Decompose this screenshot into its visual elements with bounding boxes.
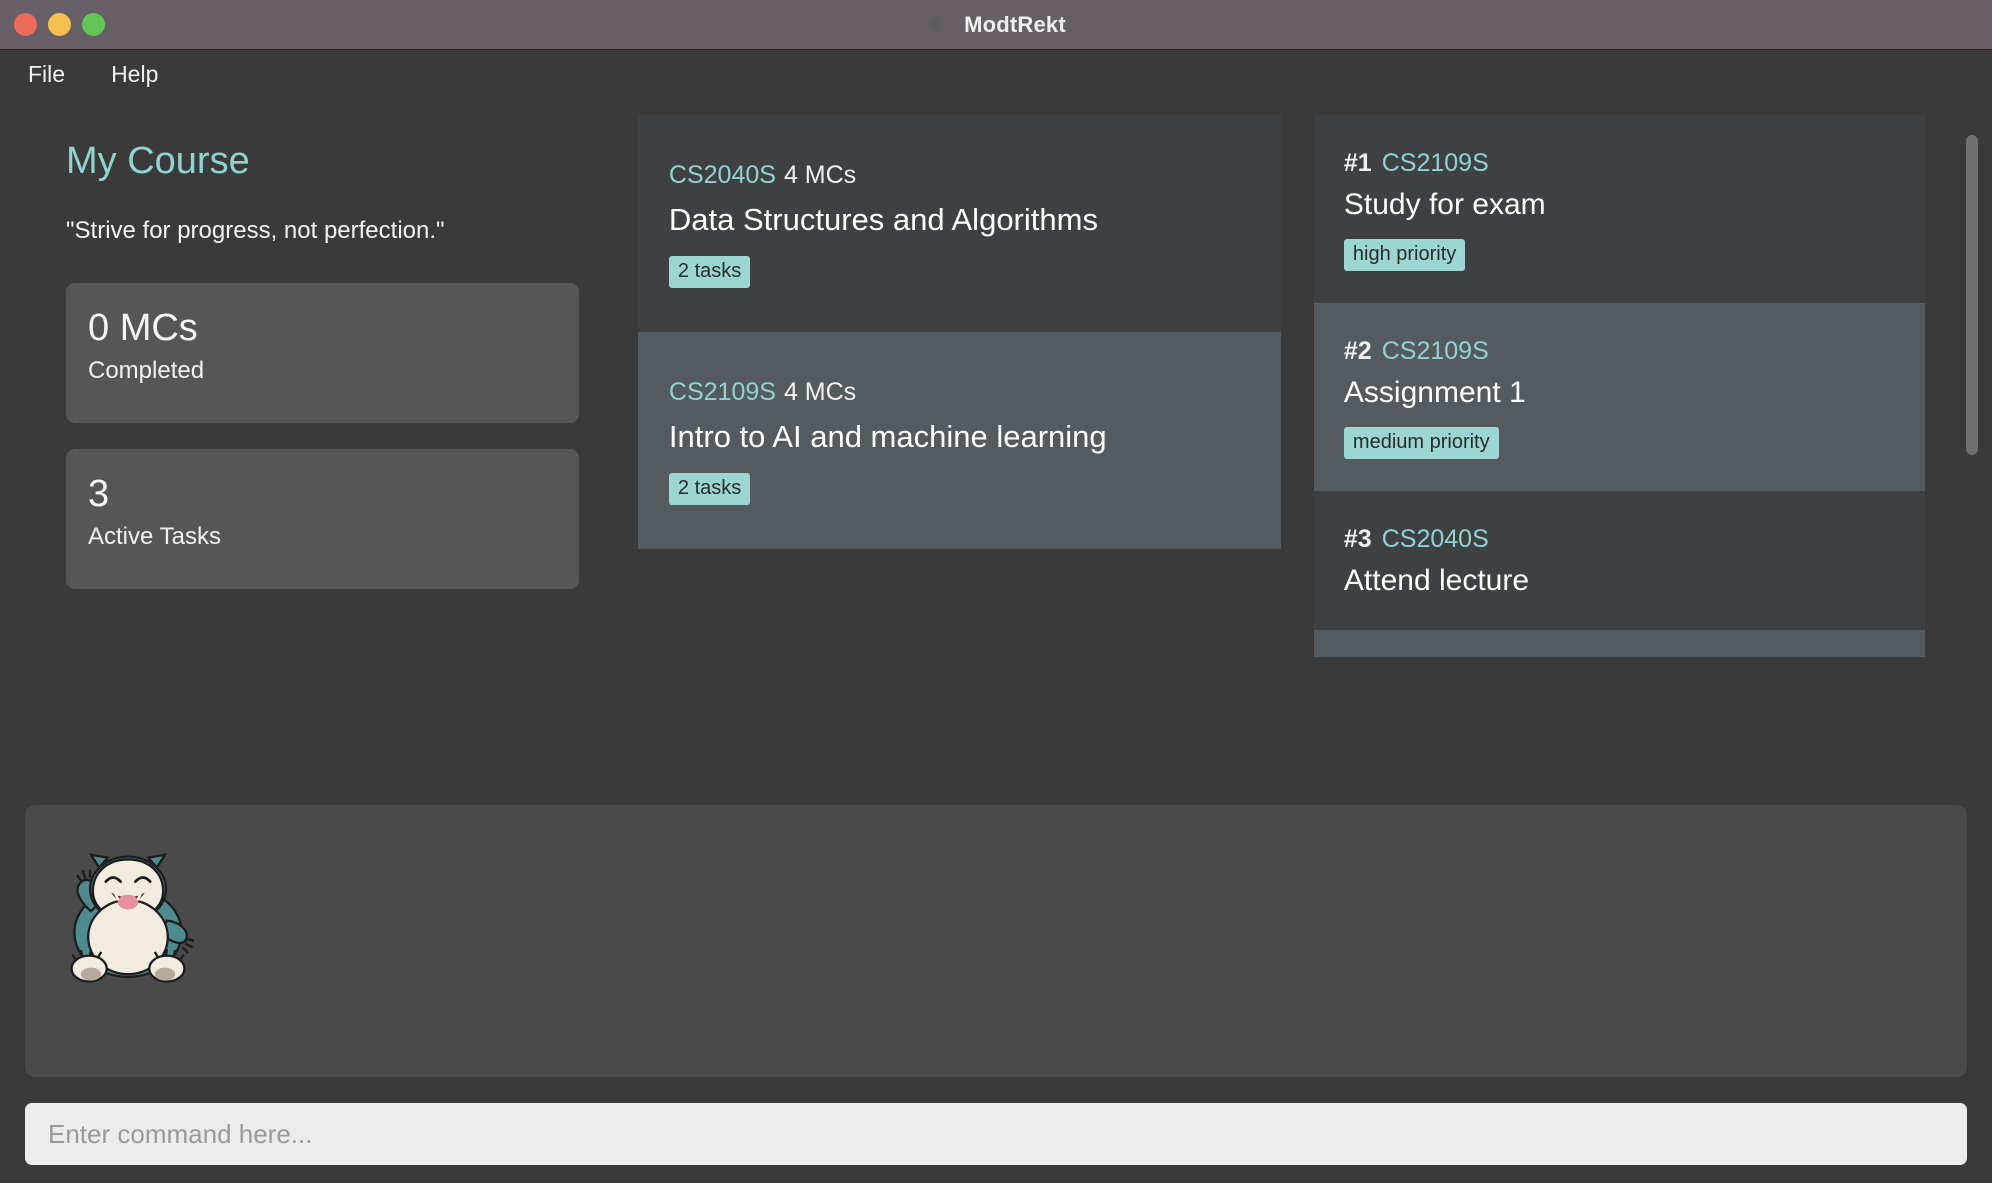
window-title-group: ModtRekt [0,0,1992,49]
task-name: Assignment 1 [1343,376,1526,409]
task-name: Attend lecture [1343,564,1530,597]
course-meta: CS2040S 4 MCs [669,161,1281,190]
task-list-scrollbar[interactable] [1966,135,1978,735]
course-summary-panel: My Course "Strive for progress, not perf… [0,115,638,615]
mascot-panel [25,805,1967,1077]
stat-value: 0 MCs [88,307,198,349]
task-priority-badge: high priority [1343,239,1466,271]
task-number: #3 [1343,525,1372,553]
task-course-code: CS2109S [1381,149,1489,177]
course-tasks-badge: 2 tasks [668,473,751,505]
window-titlebar: ModtRekt [0,0,1992,49]
menu-file[interactable]: File [28,61,65,88]
course-mcs: 4 MCs [783,378,857,406]
task-panel: #1 CS2109S Study for exam high priority #… [1313,115,1992,657]
task-head: #1 CS2109S [1344,149,1925,178]
command-input[interactable] [48,1118,1967,1150]
course-meta: CS2109S 4 MCs [669,378,1281,407]
task-list-filler [1313,630,1925,657]
window-title: ModtRekt [964,11,1066,37]
task-course-code: CS2040S [1381,525,1489,553]
course-card[interactable]: CS2040S 4 MCs Data Structures and Algorit… [637,115,1281,332]
menubar: File Help [0,49,1992,99]
course-code: CS2109S [668,378,776,406]
stat-card-active-tasks: 3 Active Tasks [66,449,579,589]
course-list: CS2040S 4 MCs Data Structures and Algorit… [637,115,1281,549]
task-badge-wrap: high priority [1343,239,1925,271]
course-mcs: 4 MCs [783,161,857,189]
task-head: #3 CS2040S [1344,525,1925,554]
task-number: #1 [1343,149,1372,177]
page-title: My Course [66,140,250,182]
task-list: #1 CS2109S Study for exam high priority #… [1313,115,1925,657]
task-card[interactable]: #3 CS2040S Attend lecture [1313,491,1925,630]
stat-value: 3 [88,473,110,515]
course-card[interactable]: CS2109S 4 MCs Intro to AI and machine lea… [637,332,1281,549]
task-card[interactable]: #2 CS2109S Assignment 1 medium priority [1313,303,1925,491]
menu-help[interactable]: Help [111,61,158,88]
motivational-quote: "Strive for progress, not perfection." [66,217,445,244]
task-number: #2 [1343,337,1372,365]
stat-label: Active Tasks [88,522,221,550]
command-bar[interactable] [25,1103,1967,1165]
snorlax-sprite [70,853,194,983]
task-badge-wrap: medium priority [1343,427,1925,459]
puzzle-piece-icon [927,13,947,34]
course-name: Data Structures and Algorithms [668,202,1098,237]
scrollbar-thumb[interactable] [1966,135,1978,455]
main-content: My Course "Strive for progress, not perf… [0,99,1992,745]
stat-card-completed-mcs: 0 MCs Completed [66,283,579,423]
stat-label: Completed [88,356,205,384]
task-head: #2 CS2109S [1344,337,1925,366]
course-name: Intro to AI and machine learning [668,419,1107,454]
task-name: Study for exam [1343,188,1546,221]
course-code: CS2040S [668,161,776,189]
task-priority-badge: medium priority [1343,427,1499,459]
task-card[interactable]: #1 CS2109S Study for exam high priority [1313,115,1925,303]
task-course-code: CS2109S [1381,337,1489,365]
course-tasks-badge: 2 tasks [668,256,751,288]
